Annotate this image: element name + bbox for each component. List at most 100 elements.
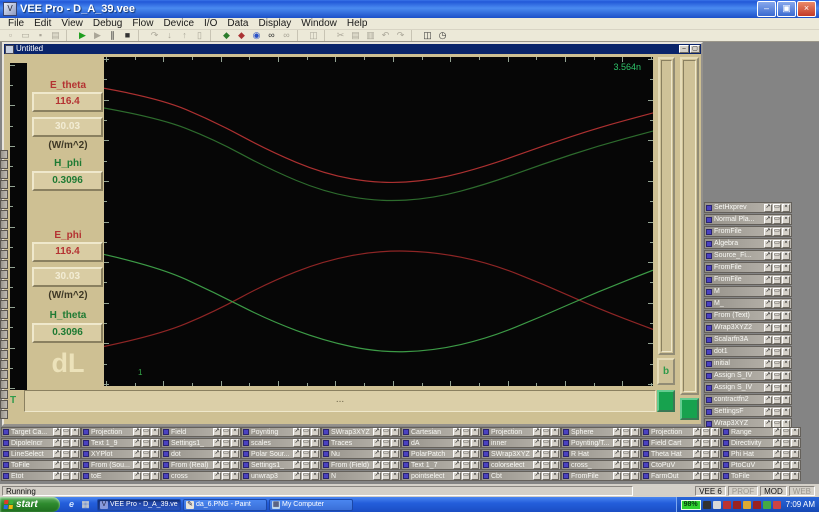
restore-icon[interactable]: ↗ — [693, 450, 701, 458]
shrink-icon[interactable]: ▭ — [542, 428, 550, 436]
shrink-icon[interactable]: ▭ — [622, 439, 630, 447]
restore-icon[interactable]: ↗ — [764, 216, 772, 224]
minimized-object-collapsed[interactable] — [0, 330, 8, 339]
minimized-object-collapsed[interactable] — [0, 240, 8, 249]
shrink-icon[interactable]: ▭ — [302, 472, 310, 480]
tray-app1-icon[interactable] — [753, 501, 761, 509]
battery-indicator[interactable]: 98% — [681, 500, 701, 510]
menu-i-o[interactable]: I/O — [199, 18, 222, 30]
close-icon[interactable]: × — [782, 300, 790, 308]
minimized-object-dipoleincr[interactable]: DipoleIncr↗▭× — [1, 438, 81, 448]
restore-icon[interactable]: ↗ — [764, 204, 772, 212]
toolbar-run-button[interactable]: ▶ — [75, 30, 90, 41]
minimized-object-scalarfn3a[interactable]: Scalarfn3A↗▭× — [704, 334, 792, 345]
restore-icon[interactable]: ↗ — [693, 461, 701, 469]
close-icon[interactable]: × — [782, 312, 790, 320]
minimized-object-toe[interactable]: toE↗▭× — [81, 471, 161, 481]
minimized-object-tofile[interactable]: ToFile↗▭× — [721, 471, 801, 481]
toolbar-panel-view-button[interactable]: ◫ — [420, 30, 435, 41]
close-icon[interactable]: × — [782, 240, 790, 248]
shrink-icon[interactable]: ▭ — [782, 461, 790, 469]
minimized-object-scales[interactable]: scales↗▭× — [241, 438, 321, 448]
shrink-icon[interactable]: ▭ — [702, 439, 710, 447]
minimized-object-collapsed[interactable] — [0, 360, 8, 369]
restore-icon[interactable]: ↗ — [773, 461, 781, 469]
shrink-icon[interactable]: ▭ — [773, 408, 781, 416]
close-icon[interactable]: × — [231, 461, 239, 469]
restore-icon[interactable]: ↗ — [133, 428, 141, 436]
minimized-object-pointselect[interactable]: pointselect↗▭× — [401, 471, 481, 481]
menu-window[interactable]: Window — [296, 18, 342, 30]
restore-icon[interactable]: ↗ — [764, 228, 772, 236]
minimized-object-dot[interactable]: dot↗▭× — [161, 449, 241, 459]
minimized-object-collapsed[interactable] — [0, 310, 8, 319]
minimized-object-farmout[interactable]: FarmOut↗▭× — [641, 471, 721, 481]
shrink-icon[interactable]: ▭ — [773, 372, 781, 380]
toolbar-clear-breakpoints-button[interactable]: ▯ — [192, 30, 207, 41]
tray-app3-icon[interactable] — [773, 501, 781, 509]
restore-icon[interactable]: ↗ — [773, 428, 781, 436]
close-icon[interactable]: × — [551, 450, 559, 458]
minimized-object-fromfile[interactable]: FromFile↗▭× — [704, 262, 792, 273]
shrink-icon[interactable]: ▭ — [773, 324, 781, 332]
minimized-object-algebra[interactable]: Algebra↗▭× — [704, 238, 792, 249]
close-icon[interactable]: × — [551, 439, 559, 447]
close-icon[interactable]: × — [711, 428, 719, 436]
minimized-object-contractfn2[interactable]: contractfn2↗▭× — [704, 394, 792, 405]
task-my-computer[interactable]: ▦My Computer — [269, 499, 353, 511]
shrink-icon[interactable]: ▭ — [462, 428, 470, 436]
shrink-icon[interactable]: ▭ — [542, 472, 550, 480]
shrink-icon[interactable]: ▭ — [542, 461, 550, 469]
shrink-icon[interactable]: ▭ — [382, 450, 390, 458]
task-vee-pro-d-a-39-vee[interactable]: VVEE Pro - D_A_39.vee — [97, 499, 181, 511]
toolbar-step-over-button[interactable]: ↷ — [147, 30, 162, 41]
minimized-object-from-text[interactable]: From (Text)↗▭× — [704, 310, 792, 321]
shrink-icon[interactable]: ▭ — [462, 450, 470, 458]
close-icon[interactable]: × — [231, 428, 239, 436]
minimized-object-colorselect[interactable]: colorselect↗▭× — [481, 460, 561, 470]
restore-icon[interactable]: ↗ — [133, 439, 141, 447]
toolbar-redo-button[interactable]: ↷ — [393, 30, 408, 41]
shrink-icon[interactable]: ▭ — [782, 450, 790, 458]
shrink-icon[interactable]: ▭ — [782, 472, 790, 480]
minimized-object-polarpatch[interactable]: PolarPatch↗▭× — [401, 449, 481, 459]
minimized-object-da[interactable]: dA↗▭× — [401, 438, 481, 448]
shrink-icon[interactable]: ▭ — [622, 472, 630, 480]
minimized-object-collapsed[interactable] — [0, 250, 8, 259]
shrink-icon[interactable]: ▭ — [773, 300, 781, 308]
menu-data[interactable]: Data — [222, 18, 253, 30]
shrink-icon[interactable]: ▭ — [382, 439, 390, 447]
minimized-object-collapsed[interactable] — [0, 180, 8, 189]
toolbar-properties-button[interactable]: ◫ — [306, 30, 321, 41]
toolbar-new-button[interactable]: ▫ — [3, 30, 18, 41]
close-icon[interactable]: × — [791, 450, 799, 458]
minimized-object-from-sou[interactable]: From (Sou...↗▭× — [81, 460, 161, 470]
minimized-object-collapsed[interactable] — [0, 270, 8, 279]
minimized-object-collapsed[interactable] — [0, 260, 8, 269]
toolbar-print-button[interactable]: ▤ — [48, 30, 63, 41]
restore-icon[interactable]: ↗ — [764, 372, 772, 380]
shrink-icon[interactable]: ▭ — [702, 450, 710, 458]
close-icon[interactable]: × — [231, 439, 239, 447]
restore-icon[interactable]: ↗ — [373, 439, 381, 447]
close-icon[interactable]: × — [631, 472, 639, 480]
minimized-object-collapsed[interactable] — [0, 390, 8, 399]
toolbar-resume-button[interactable]: ▶ — [90, 30, 105, 41]
shrink-icon[interactable]: ▭ — [773, 288, 781, 296]
minimize-icon[interactable]: – — [679, 45, 689, 53]
close-icon[interactable]: × — [471, 428, 479, 436]
shrink-icon[interactable]: ▭ — [302, 450, 310, 458]
minimized-object-collapsed[interactable] — [0, 340, 8, 349]
restore-icon[interactable]: ↗ — [213, 439, 221, 447]
restore-icon[interactable]: ↗ — [213, 428, 221, 436]
close-icon[interactable]: × — [711, 439, 719, 447]
shrink-icon[interactable]: ▭ — [622, 428, 630, 436]
close-icon[interactable]: × — [551, 428, 559, 436]
restore-icon[interactable]: ↗ — [693, 439, 701, 447]
restore-icon[interactable]: ↗ — [293, 450, 301, 458]
tray-monitor-icon[interactable] — [723, 501, 731, 509]
minimized-object-field-cart[interactable]: Field Cart↗▭× — [641, 438, 721, 448]
restore-icon[interactable]: ↗ — [773, 450, 781, 458]
close-icon[interactable]: × — [782, 384, 790, 392]
menu-device[interactable]: Device — [158, 18, 199, 30]
